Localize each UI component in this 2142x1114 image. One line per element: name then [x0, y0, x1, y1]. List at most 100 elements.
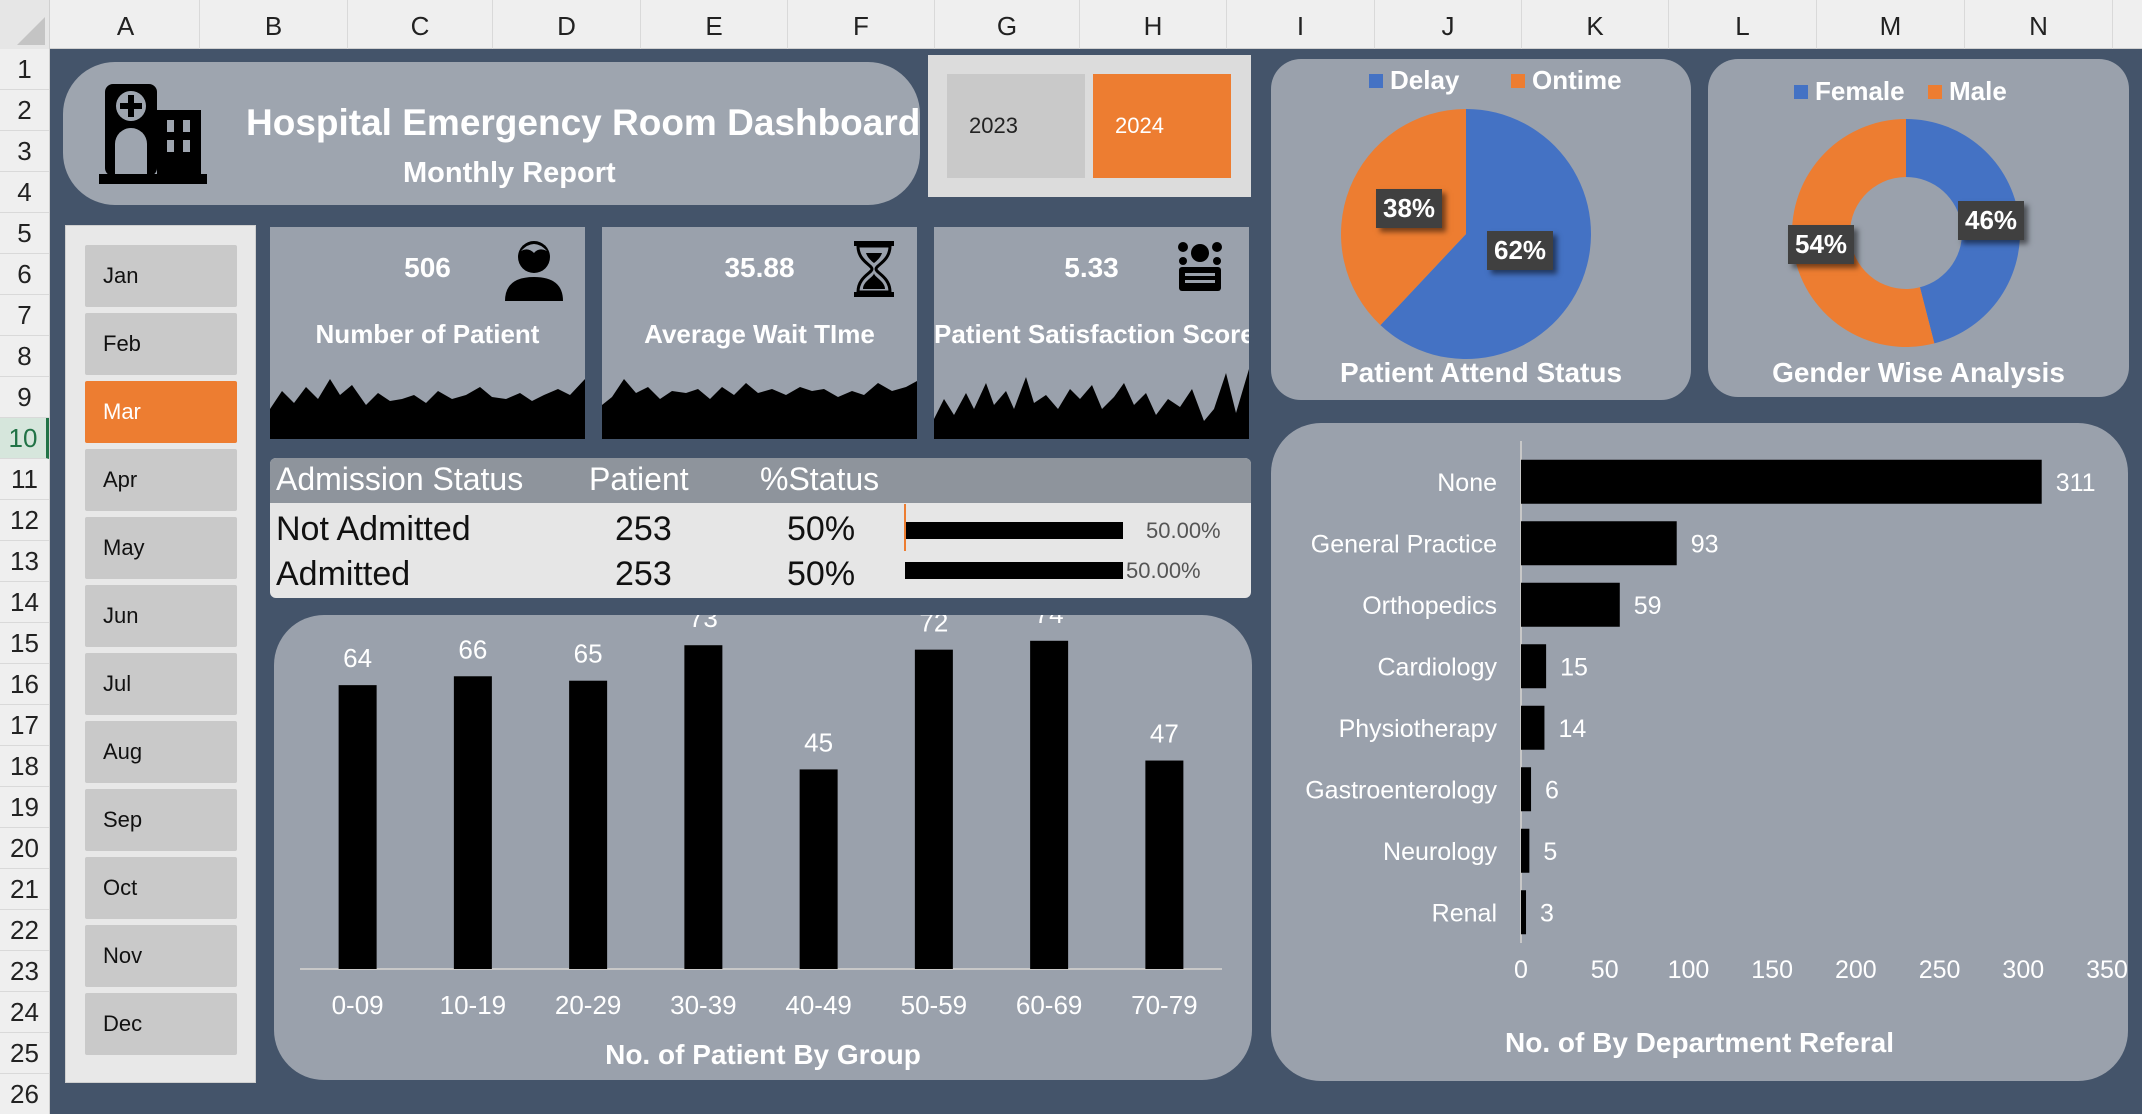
- column-header-K[interactable]: K: [1522, 0, 1669, 49]
- year-button-2023[interactable]: 2023: [947, 74, 1085, 178]
- row-header-9[interactable]: 9: [0, 377, 49, 418]
- year-button-2024[interactable]: 2024: [1093, 74, 1231, 178]
- column-header-A[interactable]: A: [52, 0, 200, 49]
- x-tick-label: 70-79: [1131, 990, 1198, 1020]
- status-cell: Admitted: [276, 555, 411, 593]
- month-button-feb[interactable]: Feb: [85, 313, 237, 375]
- patient-cell: 253: [615, 555, 672, 593]
- title-panel: Hospital Emergency Room Dashboard Monthl…: [63, 62, 920, 205]
- row-header-22[interactable]: 22: [0, 910, 49, 951]
- bar-50-59: [914, 649, 953, 969]
- legend-ontime: Ontime: [1511, 65, 1622, 96]
- y-category-label: Physiotherapy: [1339, 715, 1498, 743]
- row-header-15[interactable]: 15: [0, 623, 49, 664]
- row-header-19[interactable]: 19: [0, 787, 49, 828]
- y-category-label: General Practice: [1311, 530, 1497, 558]
- month-button-jan[interactable]: Jan: [85, 245, 237, 307]
- column-header-C[interactable]: C: [348, 0, 493, 49]
- column-header-I[interactable]: I: [1227, 0, 1375, 49]
- bar-cardiology: [1521, 644, 1547, 689]
- bar-value-label: 59: [1634, 592, 1662, 620]
- row-header-18[interactable]: 18: [0, 746, 49, 787]
- attend-status-chart-panel: Delay Ontime 62% 38% Patient Attend Stat…: [1271, 59, 1691, 400]
- column-header-J[interactable]: J: [1375, 0, 1522, 49]
- row-header-11[interactable]: 11: [0, 459, 49, 500]
- row-header-21[interactable]: 21: [0, 869, 49, 910]
- bar-40-49: [799, 769, 838, 969]
- bar-20-29: [569, 680, 608, 969]
- row-header-13[interactable]: 13: [0, 541, 49, 582]
- hospital-icon: [99, 84, 207, 184]
- bar-value-label: 311: [2056, 469, 2096, 497]
- row-header-12[interactable]: 12: [0, 500, 49, 541]
- column-header-F[interactable]: F: [788, 0, 935, 49]
- y-category-label: Renal: [1432, 899, 1497, 927]
- month-button-jun[interactable]: Jun: [85, 585, 237, 647]
- row-header-7[interactable]: 7: [0, 295, 49, 336]
- x-tick-label: 50: [1591, 956, 1619, 984]
- x-tick-label: 150: [1751, 956, 1793, 984]
- y-category-label: Neurology: [1383, 838, 1497, 866]
- chart-title: No. of By Department Referal: [1505, 1027, 1894, 1058]
- row-header-1[interactable]: 1: [0, 49, 49, 90]
- row-header-10[interactable]: 10: [0, 418, 49, 459]
- row-header-16[interactable]: 16: [0, 664, 49, 705]
- row-header-17[interactable]: 17: [0, 705, 49, 746]
- bar-value-label: 45: [804, 727, 833, 757]
- month-button-jul[interactable]: Jul: [85, 653, 237, 715]
- column-header-L[interactable]: L: [1669, 0, 1817, 49]
- month-button-mar[interactable]: Mar: [85, 381, 237, 443]
- bar-0-09: [338, 685, 377, 969]
- month-button-may[interactable]: May: [85, 517, 237, 579]
- row-header-23[interactable]: 23: [0, 951, 49, 992]
- row-header-5[interactable]: 5: [0, 213, 49, 254]
- bar-value-label: 93: [1691, 530, 1719, 558]
- column-header-M[interactable]: M: [1817, 0, 1965, 49]
- bar-value-label: 5: [1543, 838, 1557, 866]
- row-header-14[interactable]: 14: [0, 582, 49, 623]
- month-button-sep[interactable]: Sep: [85, 789, 237, 851]
- satisfaction-sparkline: [934, 369, 1249, 439]
- x-tick-label: 350: [2086, 956, 2128, 984]
- bar-value-label: 14: [1558, 715, 1586, 743]
- row-header-24[interactable]: 24: [0, 992, 49, 1033]
- bar-neurology: [1521, 828, 1530, 873]
- month-button-apr[interactable]: Apr: [85, 449, 237, 511]
- excel-sheet: { "sheet": { "columns": ["A","B","C","D"…: [0, 0, 2142, 1114]
- bar-value-label: 6: [1545, 776, 1559, 804]
- month-button-aug[interactable]: Aug: [85, 721, 237, 783]
- month-button-dec[interactable]: Dec: [85, 993, 237, 1055]
- row-header-4[interactable]: 4: [0, 172, 49, 213]
- y-category-label: Cardiology: [1377, 653, 1497, 681]
- column-header-bar: ABCDEFGHIJKLMN: [0, 0, 2142, 49]
- user-icon: [505, 241, 563, 301]
- chart-title: Patient Attend Status: [1339, 357, 1623, 388]
- column-header-N[interactable]: N: [1965, 0, 2113, 49]
- row-header-26[interactable]: 26: [0, 1074, 49, 1114]
- bar-none: [1521, 459, 2042, 504]
- column-header-B[interactable]: B: [200, 0, 348, 49]
- kpi-label: Patient Satisfaction Score: [934, 319, 1249, 349]
- status-data-bar: [905, 562, 1123, 579]
- status-data-bar: [905, 522, 1123, 539]
- month-button-oct[interactable]: Oct: [85, 857, 237, 919]
- row-header-6[interactable]: 6: [0, 254, 49, 295]
- table-header: Admission Status Patient %Status: [270, 458, 1251, 503]
- month-button-nov[interactable]: Nov: [85, 925, 237, 987]
- column-header: Patient: [589, 461, 689, 497]
- row-header-8[interactable]: 8: [0, 336, 49, 377]
- row-header-2[interactable]: 2: [0, 90, 49, 131]
- column-header-D[interactable]: D: [493, 0, 641, 49]
- column-header-H[interactable]: H: [1080, 0, 1227, 49]
- column-header: %Status: [760, 461, 880, 497]
- column-header-E[interactable]: E: [641, 0, 788, 49]
- data-bar-axis: [904, 504, 906, 551]
- row-header-25[interactable]: 25: [0, 1033, 49, 1074]
- column-header-G[interactable]: G: [935, 0, 1080, 49]
- row-header-3[interactable]: 3: [0, 131, 49, 172]
- select-all-corner[interactable]: [0, 0, 50, 49]
- x-tick-label: 50-59: [901, 990, 968, 1020]
- x-tick-label: 30-39: [670, 990, 737, 1020]
- row-header-20[interactable]: 20: [0, 828, 49, 869]
- column-header: Admission Status: [276, 461, 524, 497]
